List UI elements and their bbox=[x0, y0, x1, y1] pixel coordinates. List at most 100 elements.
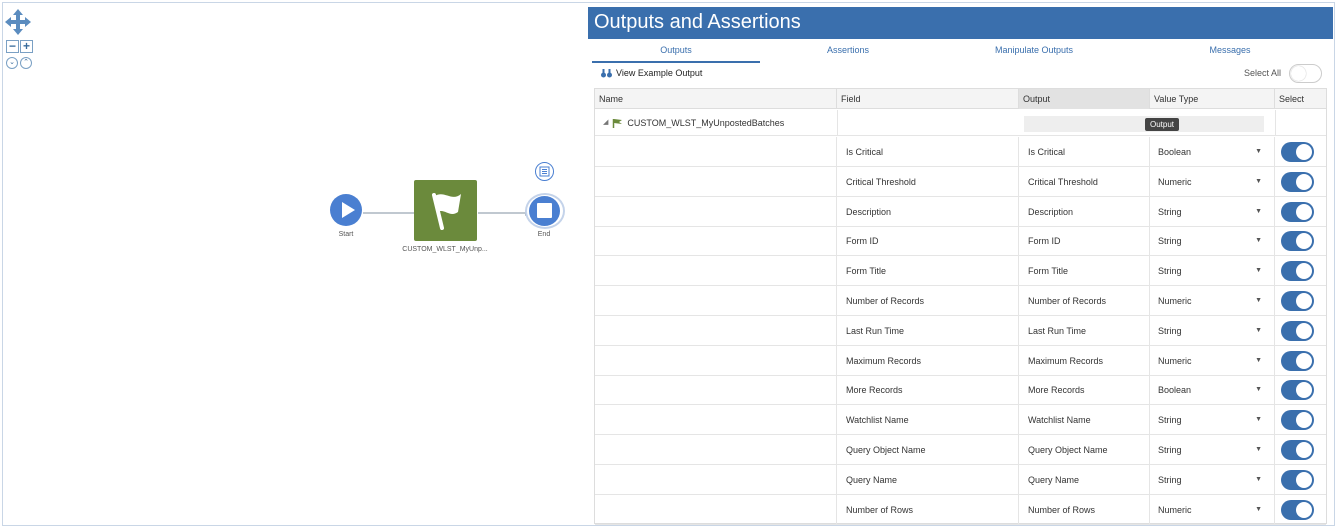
table-row[interactable]: Number of Records Number of Records Numeri… bbox=[595, 286, 1326, 316]
table-row[interactable]: Form ID Form ID String ▼ bbox=[595, 226, 1326, 257]
cell-name bbox=[595, 345, 837, 376]
value-type-select[interactable]: String ▼ bbox=[1150, 435, 1275, 465]
value-type-select[interactable]: String ▼ bbox=[1150, 256, 1275, 287]
column-header-name[interactable]: Name bbox=[595, 89, 837, 109]
value-type-select[interactable]: Numeric ▼ bbox=[1150, 494, 1275, 525]
cell-output[interactable]: Is Critical bbox=[1019, 137, 1150, 167]
select-all-toggle[interactable] bbox=[1289, 64, 1322, 83]
cell-field: More Records bbox=[837, 375, 1019, 406]
output-tooltip: Output bbox=[1145, 118, 1180, 131]
cell-output[interactable]: Critical Threshold bbox=[1019, 166, 1150, 197]
select-toggle[interactable] bbox=[1281, 380, 1314, 401]
chevron-down-icon[interactable]: ▼ bbox=[1255, 167, 1262, 197]
value-type-label: Boolean bbox=[1158, 385, 1192, 396]
value-type-select[interactable]: Numeric ▼ bbox=[1150, 286, 1275, 316]
parent-output-field[interactable] bbox=[1024, 116, 1264, 132]
start-node[interactable] bbox=[330, 194, 362, 226]
table-row[interactable]: Watchlist Name Watchlist Name String ▼ bbox=[595, 405, 1326, 436]
value-type-select[interactable]: Boolean ▼ bbox=[1150, 137, 1275, 167]
task-node-label: CUSTOM_WLST_MyUnp... bbox=[402, 246, 488, 253]
value-type-select[interactable]: String ▼ bbox=[1150, 464, 1275, 495]
select-toggle[interactable] bbox=[1281, 231, 1314, 252]
cell-output[interactable]: Last Run Time bbox=[1019, 315, 1150, 346]
cell-output[interactable]: Form ID bbox=[1019, 226, 1150, 257]
tab-manipulate-outputs[interactable]: Manipulate Outputs bbox=[936, 43, 1132, 63]
outputs-table: Name Field Output Value Type Select ◢ CU… bbox=[594, 88, 1327, 525]
tab-outputs[interactable]: Outputs bbox=[592, 43, 760, 63]
cell-output[interactable]: Query Object Name bbox=[1019, 435, 1150, 465]
value-type-label: String bbox=[1158, 474, 1182, 485]
cell-field: Watchlist Name bbox=[837, 405, 1019, 436]
end-node[interactable] bbox=[529, 196, 560, 226]
chevron-down-icon[interactable]: ▼ bbox=[1255, 226, 1262, 256]
chevron-down-icon[interactable]: ▼ bbox=[1255, 346, 1262, 376]
table-row[interactable]: Form Title Form Title String ▼ bbox=[595, 256, 1326, 287]
cell-name bbox=[595, 494, 837, 525]
cell-output[interactable]: Number of Rows bbox=[1019, 494, 1150, 525]
select-toggle[interactable] bbox=[1281, 320, 1314, 341]
inspect-node-icon[interactable] bbox=[535, 162, 554, 181]
view-example-output-link[interactable]: View Example Output bbox=[601, 68, 702, 78]
select-toggle[interactable] bbox=[1281, 142, 1314, 162]
start-node-label: Start bbox=[338, 231, 354, 238]
select-toggle[interactable] bbox=[1281, 171, 1314, 192]
column-header-value-type[interactable]: Value Type bbox=[1150, 89, 1275, 109]
value-type-label: String bbox=[1158, 325, 1182, 336]
task-node[interactable] bbox=[414, 180, 477, 241]
cell-output[interactable]: Form Title bbox=[1019, 256, 1150, 287]
tab-messages[interactable]: Messages bbox=[1132, 43, 1328, 63]
value-type-select[interactable]: String ▼ bbox=[1150, 315, 1275, 346]
column-header-select[interactable]: Select bbox=[1275, 89, 1326, 109]
value-type-select[interactable]: String ▼ bbox=[1150, 405, 1275, 436]
table-row[interactable]: Query Object Name Query Object Name String… bbox=[595, 435, 1326, 465]
chevron-down-icon[interactable]: ▼ bbox=[1255, 495, 1262, 525]
cell-output[interactable]: Watchlist Name bbox=[1019, 405, 1150, 436]
value-type-select[interactable]: String ▼ bbox=[1150, 196, 1275, 227]
chevron-down-icon[interactable]: ▼ bbox=[1255, 316, 1262, 346]
table-row[interactable]: Is Critical Is Critical Boolean ▼ bbox=[595, 137, 1326, 167]
chevron-down-icon[interactable]: ▼ bbox=[1255, 375, 1262, 405]
select-toggle[interactable] bbox=[1281, 261, 1314, 282]
cell-output[interactable]: Query Name bbox=[1019, 464, 1150, 495]
chevron-down-icon[interactable]: ▼ bbox=[1255, 405, 1262, 435]
table-row[interactable]: Critical Threshold Critical Threshold Nume… bbox=[595, 166, 1326, 197]
value-type-select[interactable]: Boolean ▼ bbox=[1150, 375, 1275, 406]
flag-icon bbox=[613, 119, 623, 128]
chevron-down-icon[interactable]: ▼ bbox=[1255, 435, 1262, 465]
table-row[interactable]: Maximum Records Maximum Records Numeric ▼ bbox=[595, 345, 1326, 376]
select-toggle[interactable] bbox=[1281, 201, 1314, 222]
select-toggle[interactable] bbox=[1281, 350, 1314, 371]
chevron-down-icon[interactable]: ▼ bbox=[1255, 137, 1262, 167]
value-type-select[interactable]: String ▼ bbox=[1150, 226, 1275, 257]
cell-output[interactable]: Description bbox=[1019, 196, 1150, 227]
cell-output[interactable]: Maximum Records bbox=[1019, 345, 1150, 376]
table-row[interactable]: Description Description String ▼ bbox=[595, 196, 1326, 227]
chevron-down-icon[interactable]: ▼ bbox=[1255, 197, 1262, 227]
table-row[interactable]: Query Name Query Name String ▼ bbox=[595, 464, 1326, 495]
select-toggle[interactable] bbox=[1281, 291, 1314, 311]
flow-connectors bbox=[363, 210, 529, 216]
parent-row[interactable]: ◢ CUSTOM_WLST_MyUnpostedBatches Output bbox=[595, 110, 1326, 136]
select-toggle[interactable] bbox=[1281, 440, 1314, 460]
chevron-down-icon[interactable]: ▼ bbox=[1255, 256, 1262, 286]
select-toggle[interactable] bbox=[1281, 410, 1314, 431]
cell-field: Last Run Time bbox=[837, 315, 1019, 346]
binoculars-icon bbox=[601, 68, 612, 77]
select-toggle[interactable] bbox=[1281, 499, 1314, 520]
table-row[interactable]: Last Run Time Last Run Time String ▼ bbox=[595, 315, 1326, 346]
table-row[interactable]: More Records More Records Boolean ▼ bbox=[595, 375, 1326, 406]
collapse-caret-icon[interactable]: ◢ bbox=[603, 110, 608, 136]
chevron-down-icon[interactable]: ▼ bbox=[1255, 465, 1262, 495]
parent-row-name[interactable]: ◢ CUSTOM_WLST_MyUnpostedBatches bbox=[603, 110, 784, 136]
chevron-down-icon[interactable]: ▼ bbox=[1255, 286, 1262, 316]
value-type-select[interactable]: Numeric ▼ bbox=[1150, 345, 1275, 376]
value-type-select[interactable]: Numeric ▼ bbox=[1150, 166, 1275, 197]
cell-output[interactable]: More Records bbox=[1019, 375, 1150, 406]
table-row[interactable]: Number of Rows Number of Rows Numeric ▼ bbox=[595, 494, 1326, 525]
column-header-output[interactable]: Output bbox=[1019, 89, 1150, 109]
tab-assertions[interactable]: Assertions bbox=[760, 43, 936, 63]
orchestration-canvas[interactable]: − + ⌄ ⌃ Start CUSTOM_WLST_MyUnp... End bbox=[3, 3, 587, 525]
column-header-field[interactable]: Field bbox=[837, 89, 1019, 109]
select-toggle[interactable] bbox=[1281, 469, 1314, 490]
cell-output[interactable]: Number of Records bbox=[1019, 286, 1150, 316]
